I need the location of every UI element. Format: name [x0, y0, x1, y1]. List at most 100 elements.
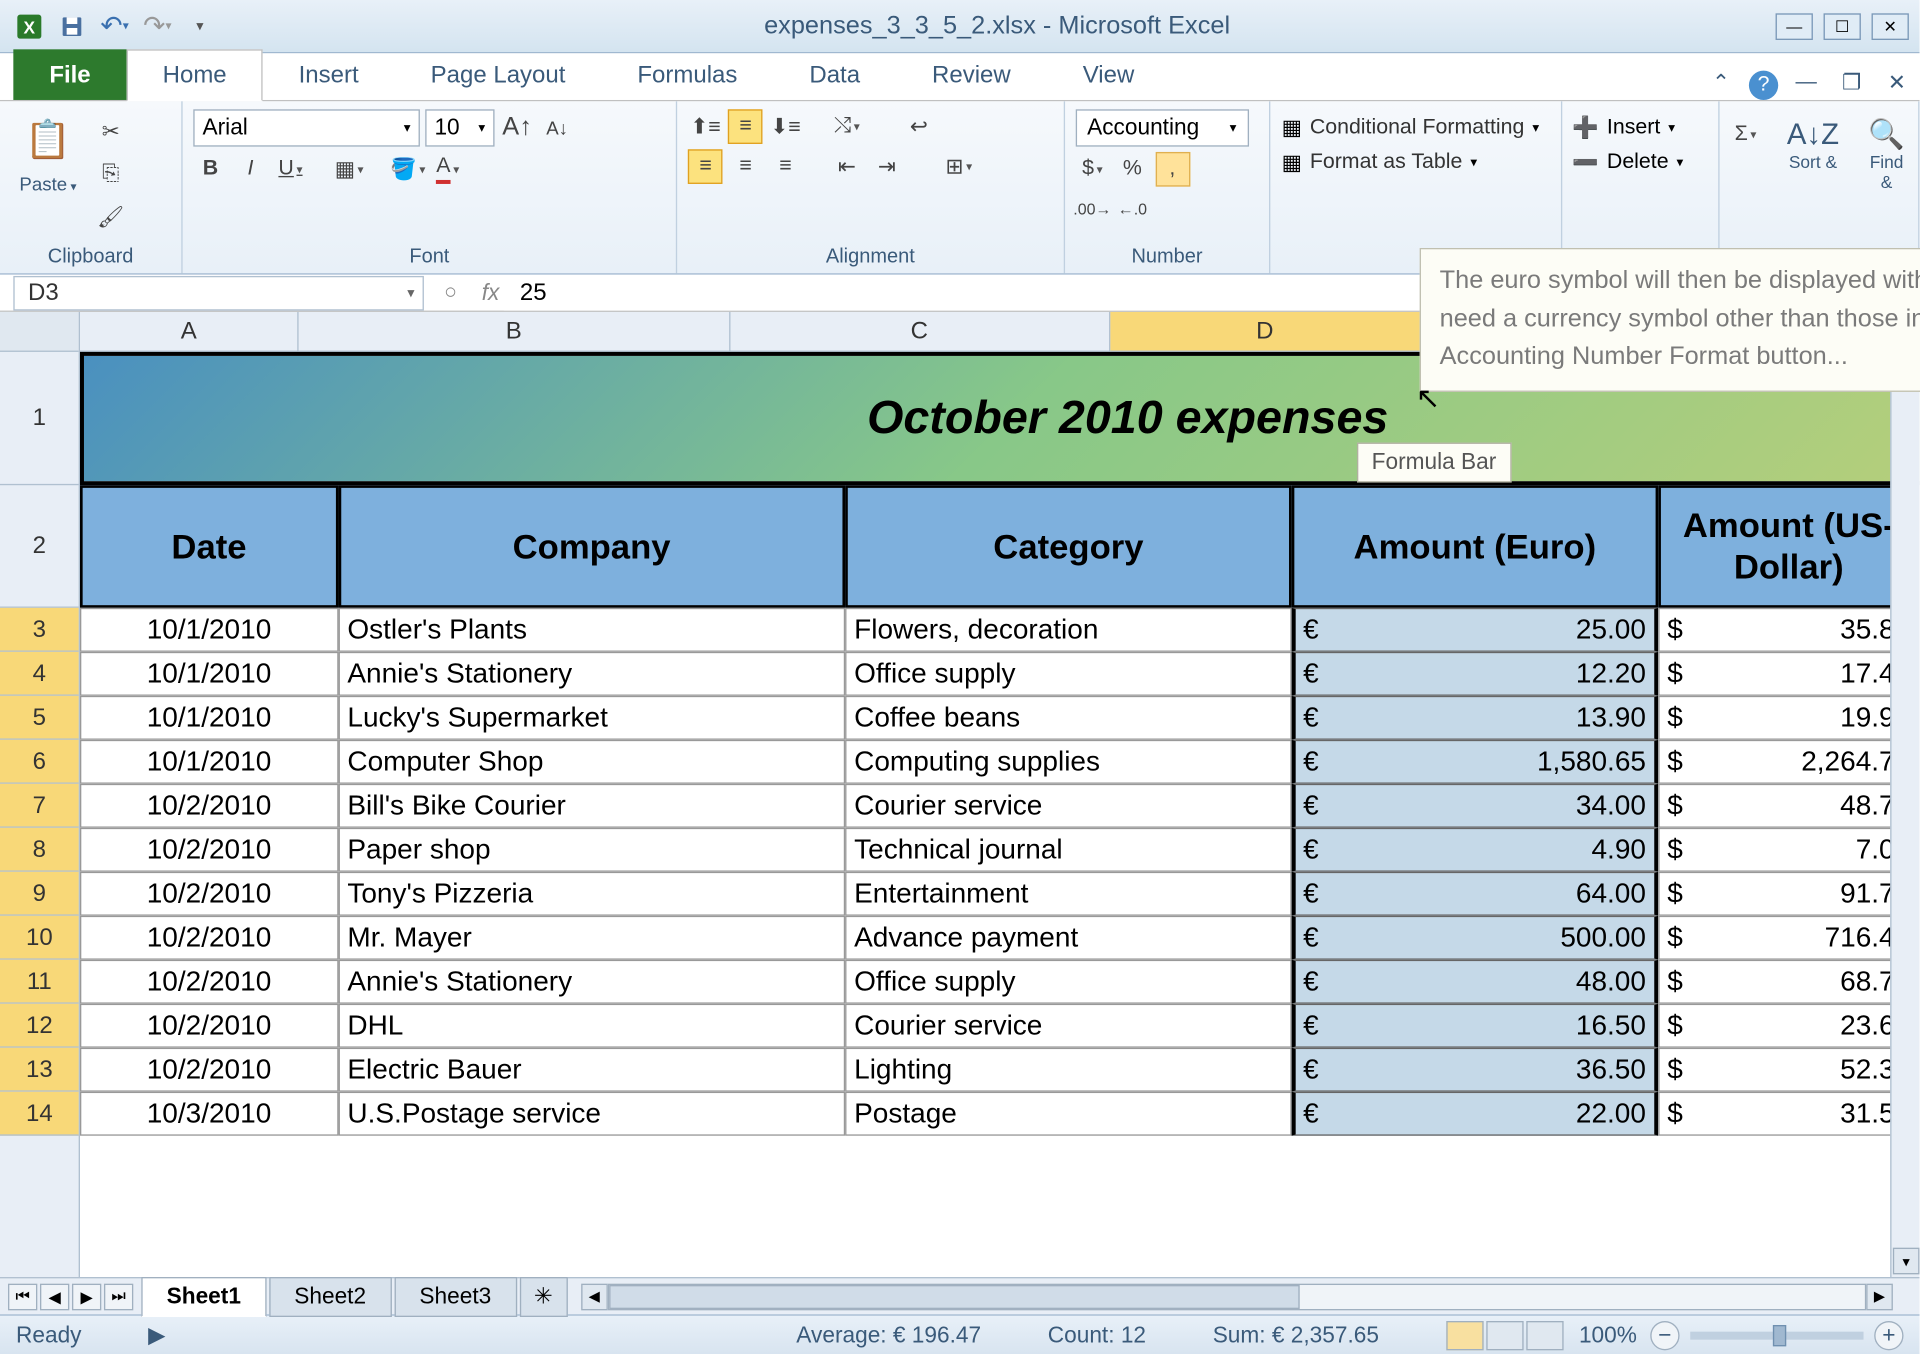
- cell-usd[interactable]: $31.52: [1658, 1092, 1920, 1136]
- cell-euro[interactable]: €64.00: [1291, 872, 1658, 916]
- cell-usd[interactable]: $2,264.76: [1658, 740, 1920, 784]
- cell-usd[interactable]: $7.02: [1658, 828, 1920, 872]
- cell-euro[interactable]: €13.90: [1291, 696, 1658, 740]
- hscroll-left[interactable]: ◀: [581, 1283, 608, 1310]
- row-header-11[interactable]: 11: [0, 960, 79, 1004]
- cell-usd[interactable]: $716.40: [1658, 916, 1920, 960]
- cell-euro[interactable]: €500.00: [1291, 916, 1658, 960]
- col-header-d[interactable]: D: [1110, 312, 1421, 352]
- cell-company[interactable]: Bill's Bike Courier: [338, 784, 845, 828]
- cell-euro[interactable]: €25.00: [1291, 608, 1658, 652]
- cell-date[interactable]: 10/2/2010: [80, 916, 338, 960]
- redo-icon[interactable]: ↷▾: [139, 9, 176, 44]
- cell-category[interactable]: Postage: [845, 1092, 1291, 1136]
- tab-formulas[interactable]: Formulas: [601, 49, 773, 100]
- cell-category[interactable]: Entertainment: [845, 872, 1291, 916]
- cell-category[interactable]: Courier service: [845, 784, 1291, 828]
- cell-company[interactable]: Electric Bauer: [338, 1048, 845, 1092]
- tab-home[interactable]: Home: [127, 49, 263, 101]
- header-usd[interactable]: Amount (US-Dollar): [1658, 485, 1920, 608]
- merge-center-icon[interactable]: ⊞: [941, 149, 976, 184]
- align-top-icon[interactable]: ⬆≡: [688, 109, 723, 144]
- tab-page-layout[interactable]: Page Layout: [395, 49, 602, 100]
- insert-cells-button[interactable]: Insert: [1607, 116, 1660, 140]
- wrap-text-icon[interactable]: ↩: [902, 109, 937, 144]
- tab-data[interactable]: Data: [773, 49, 896, 100]
- percent-style-button[interactable]: %: [1115, 152, 1150, 187]
- sheet-tab-1[interactable]: Sheet1: [141, 1276, 266, 1316]
- row-header-8[interactable]: 8: [0, 828, 79, 872]
- undo-icon[interactable]: ↶▾: [96, 9, 133, 44]
- bold-button[interactable]: B: [193, 152, 228, 187]
- cell-usd[interactable]: $17.48: [1658, 652, 1920, 696]
- cell-date[interactable]: 10/1/2010: [80, 740, 338, 784]
- find-select-icon[interactable]: 🔍: [1866, 117, 1908, 152]
- align-right-icon[interactable]: ≡: [768, 149, 803, 184]
- row-header-12[interactable]: 12: [0, 1004, 79, 1048]
- col-header-b[interactable]: B: [299, 312, 730, 352]
- cell-euro[interactable]: €12.20: [1291, 652, 1658, 696]
- fx-icon[interactable]: fx: [477, 279, 504, 306]
- maximize-button[interactable]: ☐: [1824, 13, 1861, 40]
- cell-date[interactable]: 10/2/2010: [80, 960, 338, 1004]
- tab-file[interactable]: File: [13, 49, 126, 100]
- shrink-font-icon[interactable]: A↓: [540, 111, 575, 146]
- col-header-c[interactable]: C: [730, 312, 1110, 352]
- spreadsheet-grid[interactable]: 1 2 34567891011121314 A B C D E F G Octo…: [0, 312, 1920, 1277]
- hscroll-track[interactable]: [608, 1283, 1867, 1310]
- delete-cells-button[interactable]: Delete: [1607, 151, 1669, 175]
- cell-date[interactable]: 10/2/2010: [80, 1048, 338, 1092]
- font-color-button[interactable]: A: [430, 152, 465, 187]
- cell-euro[interactable]: €1,580.65: [1291, 740, 1658, 784]
- cell-company[interactable]: U.S.Postage service: [338, 1092, 845, 1136]
- tab-insert[interactable]: Insert: [263, 49, 395, 100]
- header-category[interactable]: Category: [845, 485, 1292, 608]
- cut-icon[interactable]: ✂: [93, 115, 128, 150]
- cell-usd[interactable]: $23.64: [1658, 1004, 1920, 1048]
- cell-usd[interactable]: $35.82: [1658, 608, 1920, 652]
- cell-date[interactable]: 10/2/2010: [80, 828, 338, 872]
- paste-button[interactable]: 📋 Paste ▾: [11, 109, 86, 234]
- cell-usd[interactable]: $52.30: [1658, 1048, 1920, 1092]
- cell-category[interactable]: Flowers, decoration: [845, 608, 1291, 652]
- save-icon[interactable]: [53, 9, 90, 44]
- format-painter-icon[interactable]: 🖌: [93, 200, 128, 235]
- sort-filter-icon[interactable]: A↓Z: [1787, 117, 1839, 152]
- header-euro[interactable]: Amount (Euro): [1292, 485, 1658, 608]
- qat-customize-icon[interactable]: ▾: [181, 9, 218, 44]
- cell-euro[interactable]: €48.00: [1291, 960, 1658, 1004]
- zoom-in-button[interactable]: +: [1874, 1320, 1903, 1349]
- page-layout-view-button[interactable]: [1486, 1320, 1523, 1349]
- tab-review[interactable]: Review: [896, 49, 1047, 100]
- decrease-indent-icon[interactable]: ⇤: [830, 149, 865, 184]
- row-header-13[interactable]: 13: [0, 1048, 79, 1092]
- accounting-format-button[interactable]: $: [1075, 152, 1110, 187]
- fill-color-button[interactable]: 🪣: [390, 152, 425, 187]
- align-middle-icon[interactable]: ≡: [728, 109, 763, 144]
- align-center-icon[interactable]: ≡: [728, 149, 763, 184]
- autosum-icon[interactable]: Σ: [1731, 117, 1760, 152]
- scroll-down-button[interactable]: ▾: [1893, 1248, 1920, 1275]
- decrease-decimal-icon[interactable]: ←.0: [1115, 192, 1150, 227]
- zoom-out-button[interactable]: −: [1650, 1320, 1679, 1349]
- format-as-table-button[interactable]: Format as Table: [1310, 151, 1463, 175]
- cell-company[interactable]: DHL: [338, 1004, 845, 1048]
- cell-euro[interactable]: €36.50: [1291, 1048, 1658, 1092]
- normal-view-button[interactable]: [1446, 1320, 1483, 1349]
- cell-category[interactable]: Office supply: [845, 652, 1291, 696]
- cell-category[interactable]: Technical journal: [845, 828, 1291, 872]
- excel-icon[interactable]: X: [11, 9, 48, 44]
- cell-category[interactable]: Advance payment: [845, 916, 1291, 960]
- zoom-slider[interactable]: [1690, 1331, 1863, 1339]
- sheet-nav-first[interactable]: ⏮: [8, 1283, 37, 1310]
- cell-category[interactable]: Coffee beans: [845, 696, 1291, 740]
- name-box[interactable]: D3▾: [13, 275, 424, 310]
- align-bottom-icon[interactable]: ⬇≡: [768, 109, 803, 144]
- page-break-view-button[interactable]: [1526, 1320, 1563, 1349]
- orientation-icon[interactable]: ⤭: [830, 109, 865, 144]
- cell-company[interactable]: Lucky's Supermarket: [338, 696, 845, 740]
- font-size-select[interactable]: 10▾: [425, 109, 494, 146]
- row-header-1[interactable]: 1: [0, 352, 79, 485]
- row-header-6[interactable]: 6: [0, 740, 79, 784]
- conditional-formatting-button[interactable]: Conditional Formatting: [1310, 116, 1525, 140]
